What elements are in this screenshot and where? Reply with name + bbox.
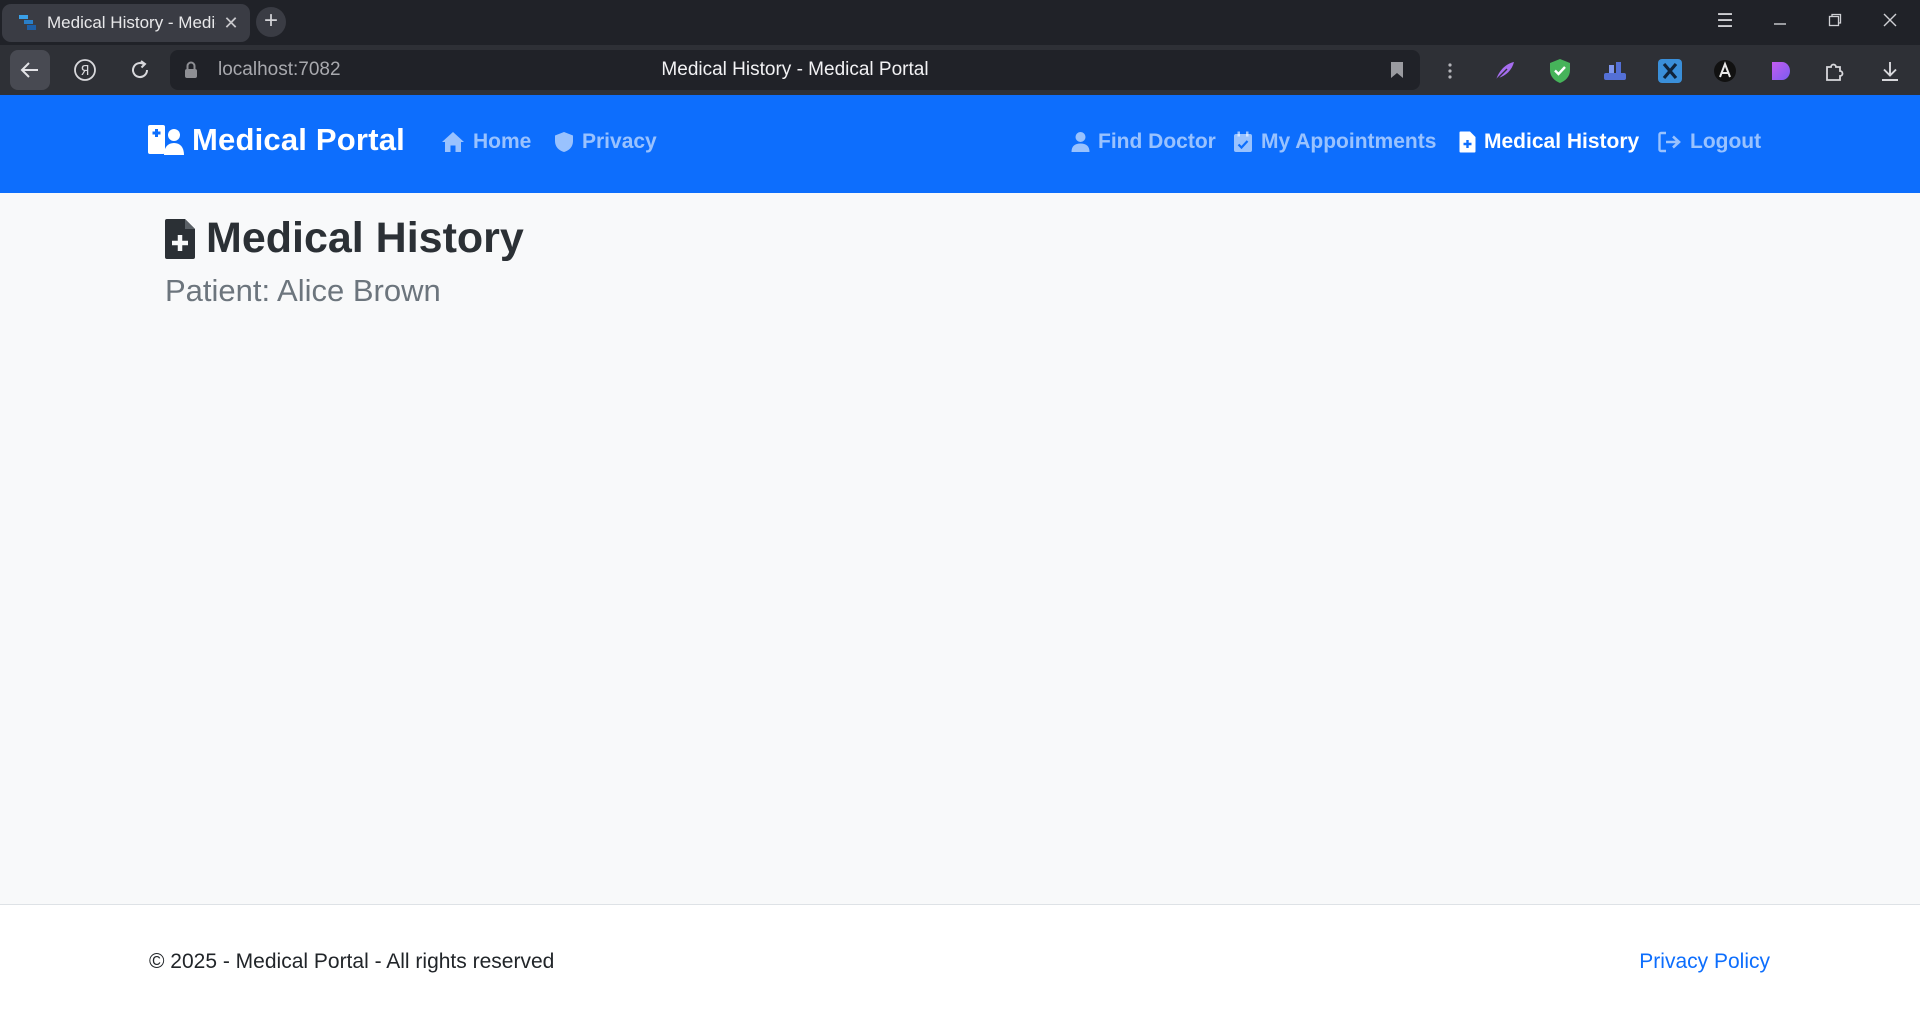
nav-find-doctor-label: Find Doctor (1098, 130, 1216, 153)
tab-title: Medical History - Medic (47, 13, 216, 32)
calendar-check-icon (1234, 131, 1252, 152)
download-icon[interactable] (1877, 58, 1903, 84)
yandex-icon: Я (74, 59, 96, 81)
shield-icon (555, 132, 573, 152)
site-navbar: Medical Portal Home Privacy Find Doctor … (0, 95, 1920, 193)
file-medical-icon (165, 218, 195, 259)
address-page-title: Medical History - Medical Portal (661, 59, 929, 80)
puzzle-extension-icon[interactable] (1822, 58, 1848, 84)
new-tab-button[interactable]: + (256, 7, 286, 37)
angular-extension-icon[interactable] (1712, 58, 1738, 84)
hospital-user-icon (148, 125, 184, 155)
nav-my-appointments-label: My Appointments (1261, 130, 1437, 153)
menu-icon[interactable]: ☰ (1710, 8, 1740, 36)
nav-privacy-label: Privacy (582, 130, 657, 153)
restore-icon[interactable] (1820, 8, 1850, 36)
nav-logout[interactable]: Logout (1658, 130, 1761, 154)
reload-icon (132, 60, 149, 79)
nav-home-label: Home (473, 130, 532, 153)
nav-privacy[interactable]: Privacy (554, 130, 657, 154)
gradient-extension-icon[interactable] (1767, 58, 1793, 84)
user-doctor-icon (1071, 132, 1090, 152)
x-extension-icon[interactable] (1657, 58, 1683, 84)
nav-logout-label: Logout (1690, 130, 1762, 153)
url-text: localhost:7082 (218, 59, 341, 80)
browser-tab-bar: Medical History - Medic ✕ + ☰ (0, 0, 1920, 45)
minimize-icon[interactable] (1765, 8, 1795, 36)
footer-privacy-link[interactable]: Privacy Policy (1639, 950, 1770, 974)
arrow-left-icon (20, 62, 38, 78)
nav-find-doctor[interactable]: Find Doctor (1071, 130, 1216, 154)
svg-text:Я: Я (80, 64, 89, 79)
ship-extension-icon[interactable] (1602, 58, 1628, 84)
close-tab-icon[interactable]: ✕ (222, 13, 240, 34)
nav-home[interactable]: Home (441, 130, 531, 154)
back-button[interactable] (10, 50, 50, 90)
bookmark-icon[interactable] (1390, 61, 1404, 79)
page-heading: Medical History (164, 214, 524, 263)
nav-medical-history-label: Medical History (1484, 130, 1640, 153)
logout-icon (1658, 131, 1681, 153)
footer-copyright: © 2025 - Medical Portal - All rights res… (149, 950, 555, 973)
site-footer: © 2025 - Medical Portal - All rights res… (0, 904, 1920, 1020)
browser-tab[interactable]: Medical History - Medic ✕ (2, 4, 250, 42)
brand-name: Medical Portal (192, 122, 405, 157)
page-title: Medical History (206, 214, 524, 262)
shield-extension-icon[interactable] (1547, 58, 1573, 84)
more-vertical-icon[interactable] (1437, 58, 1463, 84)
patient-name: Patient: Alice Brown (165, 273, 441, 308)
file-medical-icon (1459, 131, 1476, 153)
nav-my-appointments[interactable]: My Appointments (1233, 130, 1436, 154)
favicon-icon (19, 15, 36, 30)
address-bar[interactable]: localhost:7082 Medical History - Medical… (170, 50, 1420, 90)
reload-button[interactable] (120, 50, 160, 90)
brand-link[interactable]: Medical Portal (148, 122, 405, 158)
browser-toolbar: Я localhost:7082 Medical History - Medic… (0, 45, 1920, 95)
close-window-icon[interactable] (1875, 8, 1905, 36)
lock-icon (185, 61, 197, 78)
nav-medical-history[interactable]: Medical History (1459, 130, 1639, 154)
home-icon (442, 132, 464, 152)
feather-extension-icon[interactable] (1492, 58, 1518, 84)
yandex-button[interactable]: Я (65, 50, 105, 90)
